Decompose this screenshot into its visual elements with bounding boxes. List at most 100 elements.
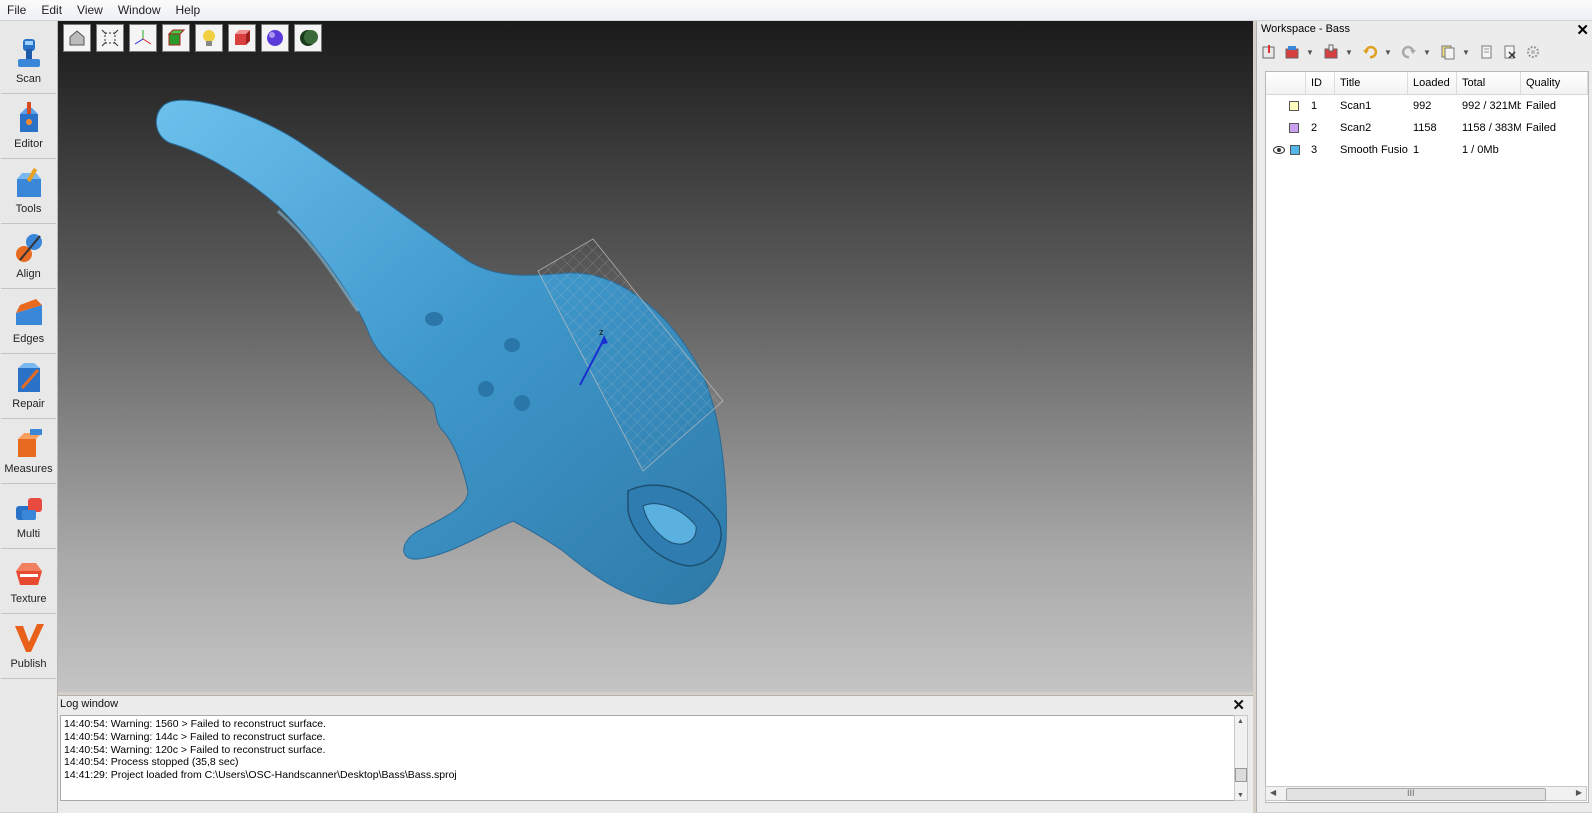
3d-viewport[interactable]: z bbox=[58, 21, 1253, 692]
sidebar-publish-button[interactable]: Publish bbox=[1, 614, 56, 679]
menu-window[interactable]: Window bbox=[111, 0, 169, 20]
row-swatch-cell bbox=[1266, 144, 1306, 156]
copy-icon bbox=[1481, 45, 1492, 59]
color-swatch[interactable] bbox=[1289, 123, 1299, 134]
workspace-scroll-thumb[interactable]: III bbox=[1286, 788, 1546, 801]
settings-button[interactable] bbox=[1523, 42, 1543, 62]
workspace-title: Workspace - Bass bbox=[1261, 23, 1351, 35]
merge-icon bbox=[1441, 45, 1455, 60]
row-quality: Failed bbox=[1526, 122, 1556, 134]
redo-dropdown[interactable]: ▼ bbox=[1422, 42, 1432, 62]
row-total: 1 / 0Mb bbox=[1462, 144, 1499, 156]
export-button[interactable] bbox=[1321, 42, 1341, 62]
table-header: ID Title Loaded Total Quality bbox=[1266, 72, 1588, 95]
merge-button[interactable] bbox=[1438, 42, 1458, 62]
import-dropdown[interactable]: ▼ bbox=[1305, 42, 1315, 62]
undo-button[interactable] bbox=[1360, 42, 1380, 62]
measures-icon bbox=[17, 429, 42, 457]
menu-view[interactable]: View bbox=[70, 0, 111, 20]
col-loaded[interactable]: Loaded bbox=[1408, 72, 1457, 94]
sidebar-multi-button[interactable]: Multi bbox=[1, 484, 56, 549]
scroll-right-icon[interactable]: ▶ bbox=[1576, 788, 1582, 797]
row-id: 1 bbox=[1311, 100, 1318, 112]
color-swatch[interactable] bbox=[1289, 101, 1299, 112]
redo-button[interactable] bbox=[1399, 42, 1419, 62]
row-title: Smooth Fusion bbox=[1340, 144, 1408, 156]
module-sidebar: Scan Editor Tools Align Edges Repair Mea… bbox=[0, 21, 58, 812]
row-title: Scan1 bbox=[1340, 100, 1372, 112]
menu-file[interactable]: File bbox=[0, 0, 34, 20]
sidebar-texture-label: Texture bbox=[10, 593, 47, 605]
menu-help[interactable]: Help bbox=[169, 0, 209, 20]
edges-icon bbox=[15, 299, 42, 325]
z-axis-label: z bbox=[599, 327, 604, 337]
log-scrollbar[interactable]: ▲ ▼ bbox=[1234, 715, 1248, 801]
copy-button[interactable] bbox=[1477, 42, 1497, 62]
col-visibility[interactable] bbox=[1266, 72, 1306, 94]
delete-button[interactable] bbox=[1500, 42, 1520, 62]
row-id: 2 bbox=[1311, 122, 1318, 134]
workspace-close-icon[interactable]: ✕ bbox=[1576, 21, 1589, 39]
workspace-hscrollbar[interactable]: ◀ III ▶ bbox=[1265, 786, 1587, 801]
sidebar-repair-label: Repair bbox=[12, 398, 45, 410]
scroll-left-icon[interactable]: ◀ bbox=[1270, 788, 1276, 797]
menu-edit[interactable]: Edit bbox=[34, 0, 70, 20]
tools-icon bbox=[16, 167, 41, 197]
scan-icon bbox=[17, 39, 40, 67]
sidebar-repair-button[interactable]: Repair bbox=[1, 354, 56, 419]
undo-dropdown[interactable]: ▼ bbox=[1383, 42, 1393, 62]
sidebar-editor-label: Editor bbox=[14, 138, 43, 150]
sidebar-scan-button[interactable]: Scan bbox=[1, 29, 56, 94]
scroll-grip: III bbox=[1407, 788, 1415, 798]
col-total[interactable]: Total bbox=[1457, 72, 1521, 94]
row-quality: Failed bbox=[1526, 100, 1556, 112]
sidebar-edges-button[interactable]: Edges bbox=[1, 289, 56, 354]
table-row[interactable]: 3 Smooth Fusion 1 1 / 0Mb bbox=[1266, 139, 1588, 161]
log-line: 14:40:54: Warning: 144c > Failed to reco… bbox=[64, 730, 326, 743]
menu-bar: File Edit View Window Help bbox=[0, 0, 1592, 21]
row-loaded: 1 bbox=[1413, 144, 1420, 156]
log-window: Log window ✕ 14:40:54: Warning: 1560 > F… bbox=[58, 695, 1253, 813]
merge-dropdown[interactable]: ▼ bbox=[1461, 42, 1471, 62]
sidebar-editor-button[interactable]: Editor bbox=[1, 94, 56, 159]
new-object-button[interactable] bbox=[1259, 42, 1279, 62]
table-row[interactable]: 2 Scan2 1158 1158 / 383Ml Failed bbox=[1266, 117, 1588, 139]
undo-icon bbox=[1363, 45, 1378, 59]
new-object-icon bbox=[1262, 45, 1275, 59]
gear-icon bbox=[1527, 46, 1539, 58]
log-line: 14:41:29: Project loaded from C:\Users\O… bbox=[64, 769, 457, 782]
log-text-area[interactable]: 14:40:54: Warning: 1560 > Failed to reco… bbox=[60, 715, 1236, 801]
sidebar-tools-button[interactable]: Tools bbox=[1, 159, 56, 224]
log-line: 14:40:54: Warning: 1560 > Failed to reco… bbox=[64, 718, 326, 730]
redo-icon bbox=[1401, 45, 1416, 59]
eye-icon[interactable] bbox=[1273, 146, 1285, 155]
multi-icon bbox=[15, 498, 42, 520]
log-line: 14:40:54: Process stopped (35,8 sec) bbox=[64, 756, 239, 769]
sidebar-align-button[interactable]: Align bbox=[1, 224, 56, 289]
sidebar-tools-label: Tools bbox=[15, 203, 42, 215]
col-quality[interactable]: Quality bbox=[1521, 72, 1588, 94]
row-loaded: 1158 bbox=[1413, 122, 1437, 134]
import-button[interactable] bbox=[1282, 42, 1302, 62]
col-id[interactable]: ID bbox=[1306, 72, 1335, 94]
editor-icon bbox=[19, 102, 38, 132]
workspace-toolbar: ▼ ▼ ▼ ▼ ▼ bbox=[1259, 40, 1589, 64]
table-row[interactable]: 1 Scan1 992 992 / 321Mb Failed bbox=[1266, 95, 1588, 117]
sidebar-scan-label: Scan bbox=[15, 73, 42, 85]
row-total: 1158 / 383Ml bbox=[1462, 122, 1521, 134]
log-close-icon[interactable]: ✕ bbox=[1232, 696, 1245, 714]
sidebar-texture-button[interactable]: Texture bbox=[1, 549, 56, 614]
row-title: Scan2 bbox=[1340, 122, 1372, 134]
row-loaded: 992 bbox=[1413, 100, 1432, 112]
scroll-down-icon[interactable]: ▼ bbox=[1237, 792, 1244, 799]
log-scroll-thumb[interactable] bbox=[1235, 768, 1247, 782]
knob-hole bbox=[425, 312, 443, 326]
scroll-up-icon[interactable]: ▲ bbox=[1237, 718, 1244, 725]
export-dropdown[interactable]: ▼ bbox=[1344, 42, 1354, 62]
sidebar-measures-button[interactable]: Measures bbox=[1, 419, 56, 484]
col-title[interactable]: Title bbox=[1335, 72, 1408, 94]
sidebar-publish-label: Publish bbox=[10, 658, 47, 670]
color-swatch[interactable] bbox=[1290, 145, 1300, 156]
import-icon bbox=[1285, 46, 1299, 59]
row-id: 3 bbox=[1311, 144, 1318, 156]
